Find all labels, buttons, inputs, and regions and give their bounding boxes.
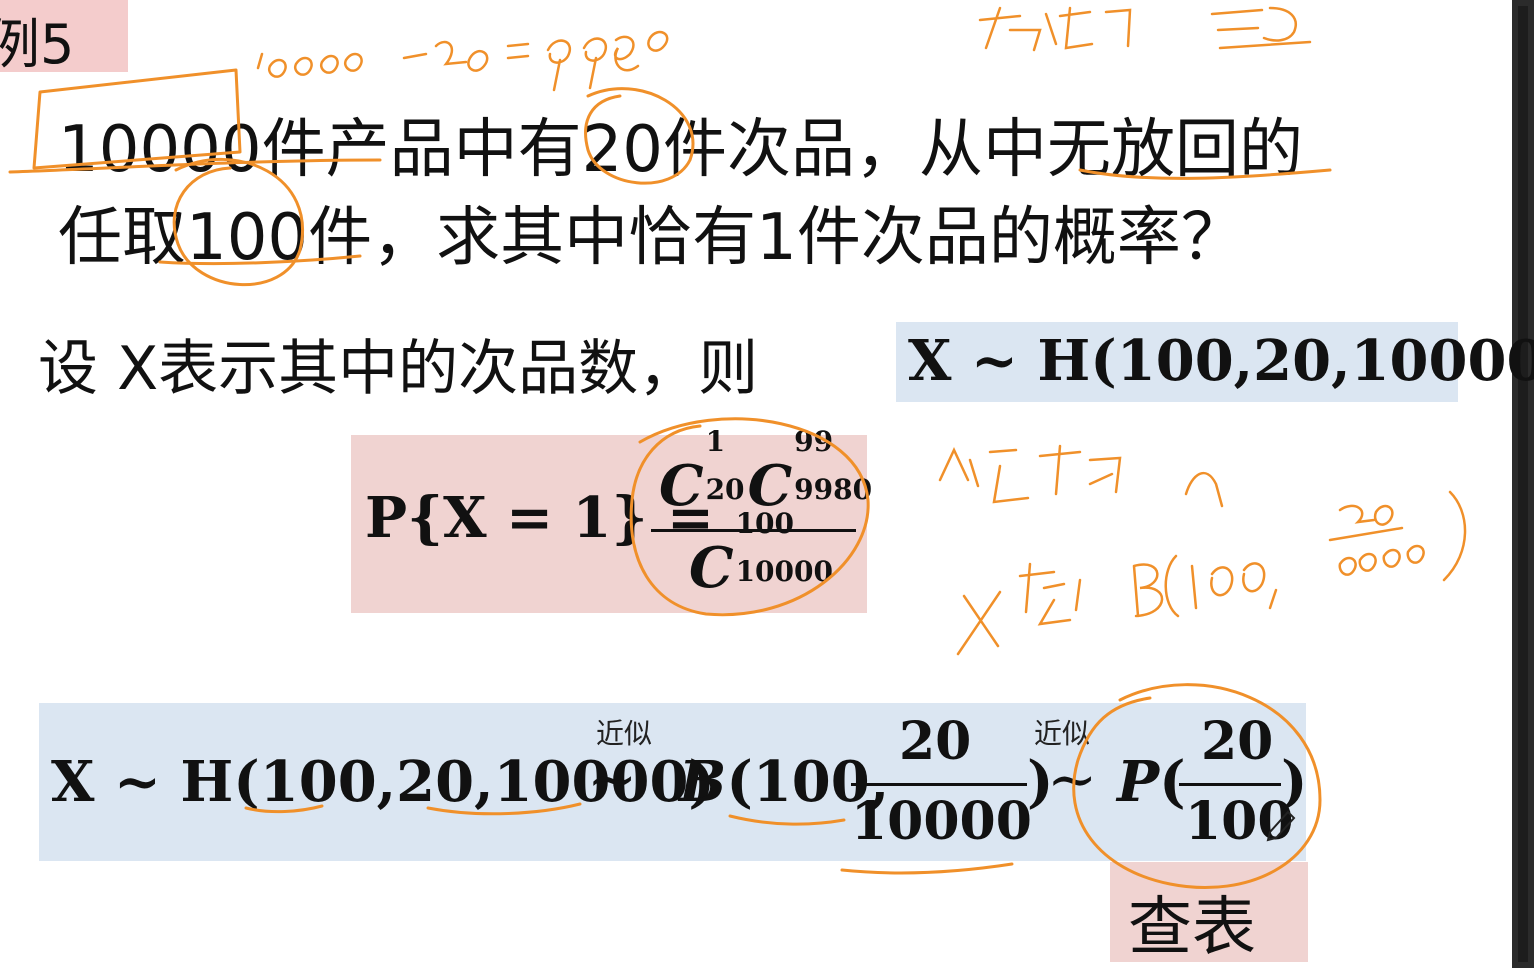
circle-fraction — [629, 417, 870, 617]
circle-100 — [172, 157, 304, 286]
handwriting-annotations — [8, 6, 1467, 889]
underline-100-h — [244, 804, 324, 814]
box-around-10000 — [32, 68, 242, 170]
underline-no-replacement — [1078, 168, 1332, 180]
pen-cursor-icon — [1266, 810, 1296, 842]
circle-poisson — [1072, 683, 1322, 889]
circle-20 — [584, 87, 695, 185]
underline-100-b — [728, 814, 846, 826]
underline-10000-b — [840, 862, 1014, 875]
underline-10000-h — [426, 802, 582, 816]
underline-100 — [158, 254, 362, 266]
